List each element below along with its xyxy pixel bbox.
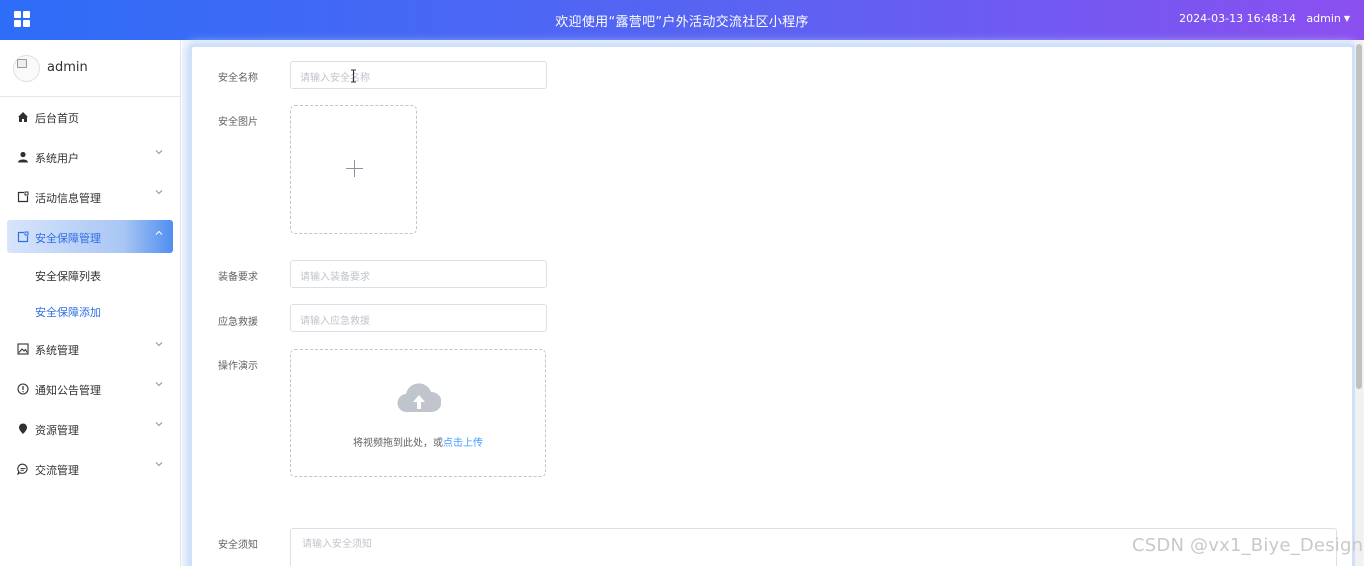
chevron-down-icon [155,422,163,427]
rescue-label: 应急救援 [218,317,258,328]
notice-label: 安全须知 [218,540,258,551]
sidebar-item-label: 后台首页 [35,112,79,125]
scrollbar-thumb[interactable] [1356,44,1362,389]
sidebar-item-label: 资源管理 [35,424,79,437]
video-upload-dropzone[interactable]: 将视频拖到此处，或点击上传 [290,349,546,477]
sidebar-item-label: 活动信息管理 [35,192,101,205]
rescue-placeholder: 请输入应急救援 [300,316,370,327]
chevron-down-icon [155,462,163,467]
sidebar-item-label: 交流管理 [35,464,79,477]
chevron-down-icon [155,342,163,347]
equipment-input[interactable]: 请输入装备要求 [290,260,547,288]
current-datetime: 2024-03-13 16:48:14 [1179,12,1296,25]
upload-hint: 将视频拖到此处，或点击上传 [291,434,545,449]
sidebar-menu: 后台首页 系统用户 活动信息管理 安全保障管理 安全保障列表 安全保障添加 系统… [0,97,180,489]
upload-hint-text: 将视频拖到此处，或 [353,438,443,449]
demo-label: 操作演示 [218,361,258,372]
sidebar-item-label: 通知公告管理 [35,384,101,397]
sidebar-item-notice[interactable]: 通知公告管理 [0,369,180,409]
notice-placeholder: 请输入安全须知 [302,539,372,550]
cloud-upload-icon [397,383,441,413]
sidebar-item-exchange[interactable]: 交流管理 [0,449,180,489]
chevron-down-icon [155,150,163,155]
image-upload[interactable] [290,105,417,234]
info-icon [17,383,29,395]
name-label: 安全名称 [218,73,258,84]
submenu-security-list[interactable]: 安全保障列表 [0,257,180,293]
location-icon [19,423,27,434]
sidebar-item-label: 系统管理 [35,344,79,357]
plus-icon [346,160,363,177]
home-icon [18,112,28,122]
avatar [13,55,40,82]
sidebar-item-system[interactable]: 系统管理 [0,329,180,369]
chevron-down-icon: ▼ [1343,14,1350,23]
rescue-input[interactable]: 请输入应急救援 [290,304,547,332]
sidebar-item-system-users[interactable]: 系统用户 [0,137,180,177]
picture-icon [17,343,29,355]
chevron-down-icon [155,190,163,195]
name-placeholder: 请输入安全名称 [300,73,370,84]
submenu-label: 安全保障添加 [35,306,101,319]
sidebar-item-label: 安全保障管理 [35,232,101,245]
top-header: 欢迎使用“露营吧”户外活动交流社区小程序 2024-03-13 16:48:14… [0,0,1364,40]
chevron-down-icon [155,382,163,387]
sidebar-item-label: 系统用户 [35,152,79,165]
user-icon [18,151,28,163]
user-dropdown[interactable]: admin ▼ [1306,12,1350,25]
chat-icon [17,463,28,475]
equipment-label: 装备要求 [218,272,258,283]
user-dropdown-label: admin [1306,12,1341,25]
sidebar-user: admin [0,40,180,97]
image-label: 安全图片 [218,117,258,128]
document-icon [17,191,29,203]
sidebar-item-security[interactable]: 安全保障管理 [7,220,173,253]
sidebar-item-home[interactable]: 后台首页 [0,97,180,137]
sidebar-item-activity[interactable]: 活动信息管理 [0,177,180,217]
equipment-placeholder: 请输入装备要求 [300,272,370,283]
sidebar-item-resources[interactable]: 资源管理 [0,409,180,449]
submenu-security-add[interactable]: 安全保障添加 [0,293,180,329]
watermark: CSDN @vx1_Biye_Design [1132,535,1364,556]
submenu-label: 安全保障列表 [35,270,101,283]
sidebar: admin 后台首页 系统用户 活动信息管理 安全保障管理 安全保障列表 安全保… [0,40,181,566]
app-title: 欢迎使用“露营吧”户外活动交流社区小程序 [555,15,809,30]
chevron-up-icon [155,230,163,235]
text-cursor-icon [351,69,356,83]
sidebar-user-name: admin [47,60,88,75]
click-upload-link[interactable]: 点击上传 [443,438,483,449]
page-scrollbar[interactable] [1355,42,1363,566]
name-input[interactable]: 请输入安全名称 [290,61,547,89]
document-icon [17,231,29,243]
